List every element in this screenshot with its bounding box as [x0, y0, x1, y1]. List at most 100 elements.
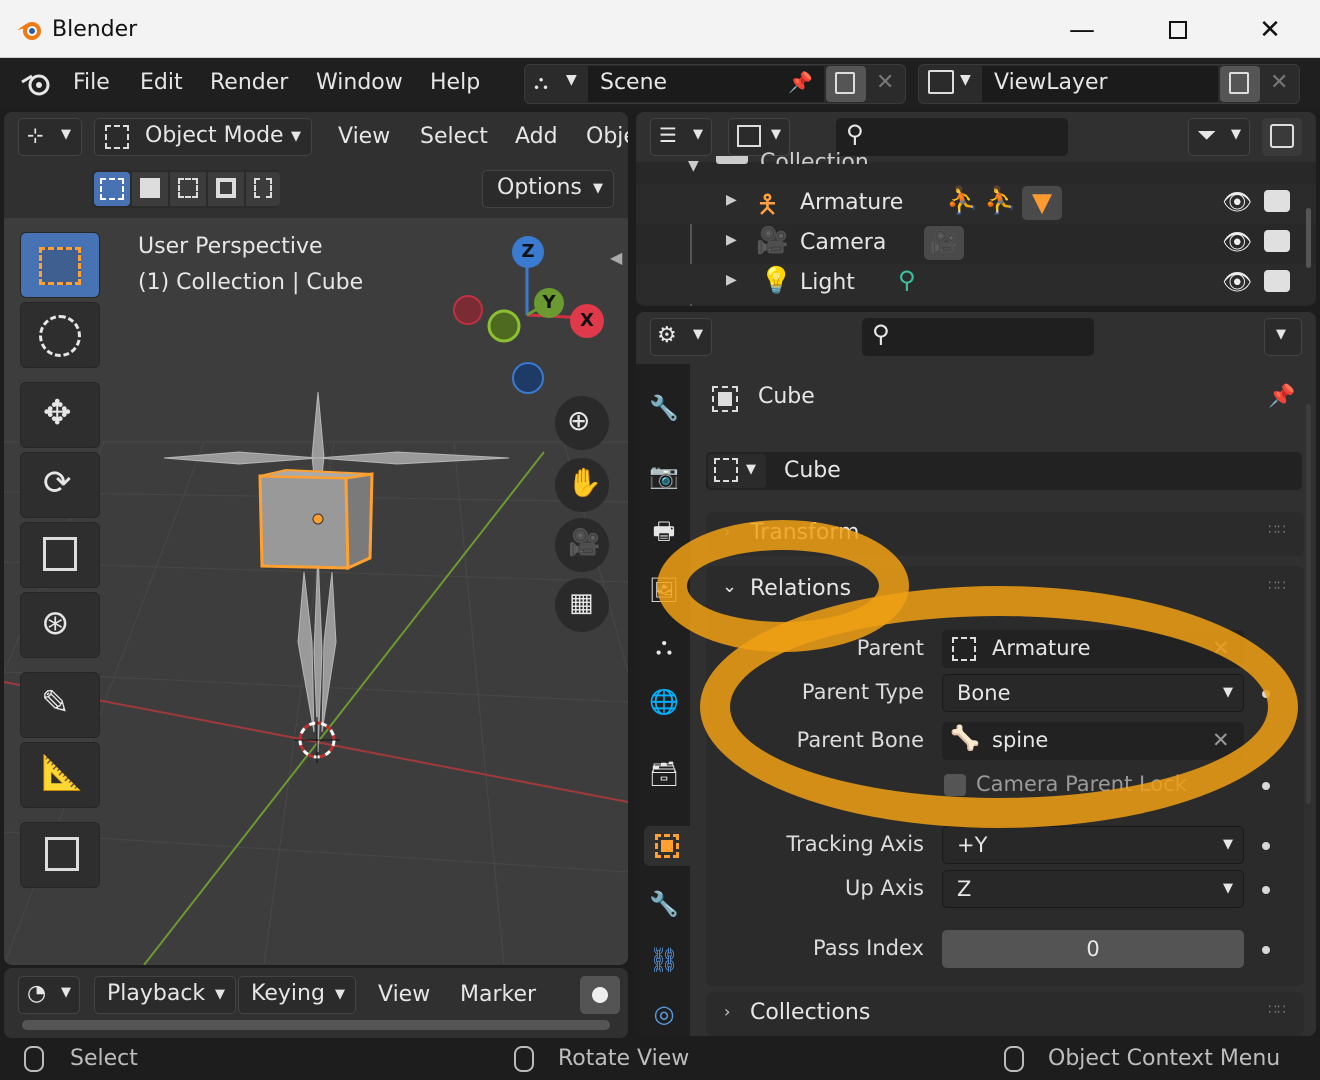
- zoom-button[interactable]: ⊕: [555, 396, 609, 450]
- tab-tool[interactable]: 🔧: [644, 388, 684, 428]
- drag-handle-icon[interactable]: ∷∷: [1268, 522, 1286, 538]
- outliner-search-input[interactable]: ⚲: [836, 118, 1068, 156]
- timeline-menu-view[interactable]: View: [378, 982, 430, 1007]
- modifier-icon[interactable]: ▼: [1022, 186, 1062, 220]
- drag-handle-icon[interactable]: ∷∷: [1268, 578, 1286, 594]
- render-camera-icon[interactable]: [1264, 190, 1290, 212]
- properties-options-button[interactable]: ▼: [1264, 318, 1302, 356]
- camera-parent-lock-label[interactable]: Camera Parent Lock: [976, 772, 1187, 796]
- menu-render[interactable]: Render: [210, 70, 288, 95]
- animate-property-dot[interactable]: [1262, 842, 1270, 850]
- parent-type-dropdown[interactable]: Bone ▼: [942, 674, 1244, 712]
- viewlayer-browse-button[interactable]: ▼: [924, 68, 978, 100]
- editor-type-button[interactable]: ⊹ ▼: [18, 118, 82, 156]
- close-window-button[interactable]: ✕: [1250, 12, 1290, 48]
- light-data-icon[interactable]: ⚲: [898, 266, 916, 294]
- outliner-row-light[interactable]: ▶ 💡 Light ⚲ 👁: [636, 264, 1316, 304]
- viewport-3d[interactable]: ⊹ ▼ Object Mode ▼ View Select Add Obje O…: [4, 112, 628, 965]
- camera-view-button[interactable]: 🎥: [555, 518, 609, 572]
- outliner-row-camera[interactable]: ▶ 🎥 Camera 🎥 👁: [636, 224, 1316, 264]
- select-set-button[interactable]: [94, 172, 130, 206]
- tool-annotate[interactable]: ✎: [20, 672, 100, 738]
- gizmo-z-axis[interactable]: Z: [512, 236, 544, 268]
- timeline-scrubber[interactable]: [22, 1020, 610, 1030]
- tool-measure[interactable]: 📐: [20, 742, 100, 808]
- scene-browse-button[interactable]: ⛬ ▼: [530, 68, 584, 100]
- viewport-menu-view[interactable]: View: [338, 124, 390, 149]
- tracking-axis-dropdown[interactable]: +Y ▼: [942, 826, 1244, 864]
- tab-view-layer[interactable]: 🖼: [644, 570, 684, 610]
- animate-property-dot[interactable]: [1262, 886, 1270, 894]
- gizmo-x-axis[interactable]: X: [570, 304, 604, 338]
- timeline-editor-type-button[interactable]: ◔ ▼: [18, 976, 80, 1014]
- keying-dropdown[interactable]: Keying ▼: [238, 976, 356, 1014]
- remove-viewlayer-icon[interactable]: ✕: [1270, 70, 1288, 95]
- object-mode-dropdown[interactable]: Object Mode ▼: [94, 118, 312, 156]
- visibility-eye-icon[interactable]: 👁: [1222, 228, 1252, 256]
- new-viewlayer-button[interactable]: [1220, 66, 1260, 102]
- tab-modifiers[interactable]: 🔧: [644, 884, 684, 924]
- pan-button[interactable]: ✋: [555, 458, 609, 512]
- select-intersect-button[interactable]: [246, 172, 280, 206]
- options-dropdown[interactable]: Options ▼: [482, 170, 614, 208]
- viewlayer-name-field[interactable]: ViewLayer: [982, 66, 1218, 102]
- armature-data-icon[interactable]: ⛹: [984, 186, 1016, 216]
- properties-search-input[interactable]: ⚲: [862, 318, 1094, 356]
- new-scene-button[interactable]: [826, 66, 866, 102]
- transform-panel-header[interactable]: › Transform ∷∷: [706, 512, 1304, 556]
- expand-icon[interactable]: ▶: [726, 272, 737, 288]
- clear-icon[interactable]: ✕: [1212, 636, 1230, 660]
- playback-dropdown[interactable]: Playback ▼: [94, 976, 236, 1014]
- tool-scale[interactable]: [20, 522, 100, 588]
- tab-world[interactable]: 🌐: [644, 682, 684, 722]
- tool-transform[interactable]: ⊛: [20, 592, 100, 658]
- select-invert-button[interactable]: [208, 172, 244, 206]
- visibility-eye-icon[interactable]: 👁: [1222, 188, 1252, 216]
- tab-constraints[interactable]: ⛓: [644, 940, 684, 980]
- menu-file[interactable]: File: [73, 70, 110, 95]
- tab-scene[interactable]: ⛬: [644, 626, 684, 666]
- gizmo-y-axis[interactable]: Y: [534, 288, 564, 318]
- remove-scene-icon[interactable]: ✕: [876, 70, 894, 95]
- tab-physics[interactable]: ◎: [644, 994, 684, 1034]
- timeline-menu-marker[interactable]: Marker: [460, 982, 536, 1007]
- viewport-menu-select[interactable]: Select: [420, 124, 488, 149]
- pin-icon[interactable]: 📌: [788, 70, 813, 94]
- expand-icon[interactable]: ▶: [726, 192, 737, 208]
- tool-select-box[interactable]: [20, 232, 100, 298]
- pin-icon[interactable]: 📌: [1268, 384, 1295, 409]
- outliner-scrollbar[interactable]: [1306, 208, 1311, 268]
- animate-property-dot[interactable]: [1262, 690, 1270, 698]
- scene-name-field[interactable]: Scene 📌: [588, 66, 824, 102]
- camera-data-icon[interactable]: 🎥: [924, 226, 964, 260]
- tab-render[interactable]: 📷: [644, 456, 684, 496]
- filter-button[interactable]: ⏷ ▼: [1188, 118, 1250, 156]
- animate-property-dot[interactable]: [1262, 782, 1270, 790]
- viewport-menu-object[interactable]: Obje: [586, 124, 628, 149]
- properties-editor-type-button[interactable]: ⚙ ▼: [650, 318, 712, 356]
- outliner-editor-type-button[interactable]: ☰ ▼: [650, 118, 712, 156]
- clear-icon[interactable]: ✕: [1212, 728, 1230, 752]
- menu-edit[interactable]: Edit: [140, 70, 183, 95]
- relations-panel-header[interactable]: ⌄ Relations ∷∷: [706, 566, 1304, 614]
- minimize-button[interactable]: —: [1062, 12, 1102, 48]
- pose-icon[interactable]: ⛹: [946, 186, 978, 216]
- expand-icon[interactable]: ▶: [726, 232, 737, 248]
- sidebar-toggle-icon[interactable]: ◀: [610, 248, 622, 267]
- pass-index-field[interactable]: 0: [942, 930, 1244, 968]
- menu-help[interactable]: Help: [430, 70, 480, 95]
- object-browse-button[interactable]: ▼: [708, 454, 766, 488]
- viewport-menu-add[interactable]: Add: [515, 124, 558, 149]
- record-button[interactable]: [580, 976, 620, 1014]
- select-subtract-button[interactable]: [170, 172, 206, 206]
- blender-menu-icon[interactable]: [20, 70, 54, 98]
- tab-output[interactable]: 🖶: [644, 514, 684, 554]
- animate-property-dot[interactable]: [1262, 946, 1270, 954]
- parent-bone-field[interactable]: 🦴 spine ✕: [942, 722, 1244, 760]
- perspective-toggle-button[interactable]: ▦: [555, 578, 609, 632]
- tool-move[interactable]: ✥: [20, 382, 100, 448]
- menu-window[interactable]: Window: [316, 70, 403, 95]
- parent-field[interactable]: Armature ✕: [942, 630, 1244, 668]
- tab-collection[interactable]: 🗃: [644, 754, 684, 794]
- maximize-button[interactable]: [1158, 12, 1198, 48]
